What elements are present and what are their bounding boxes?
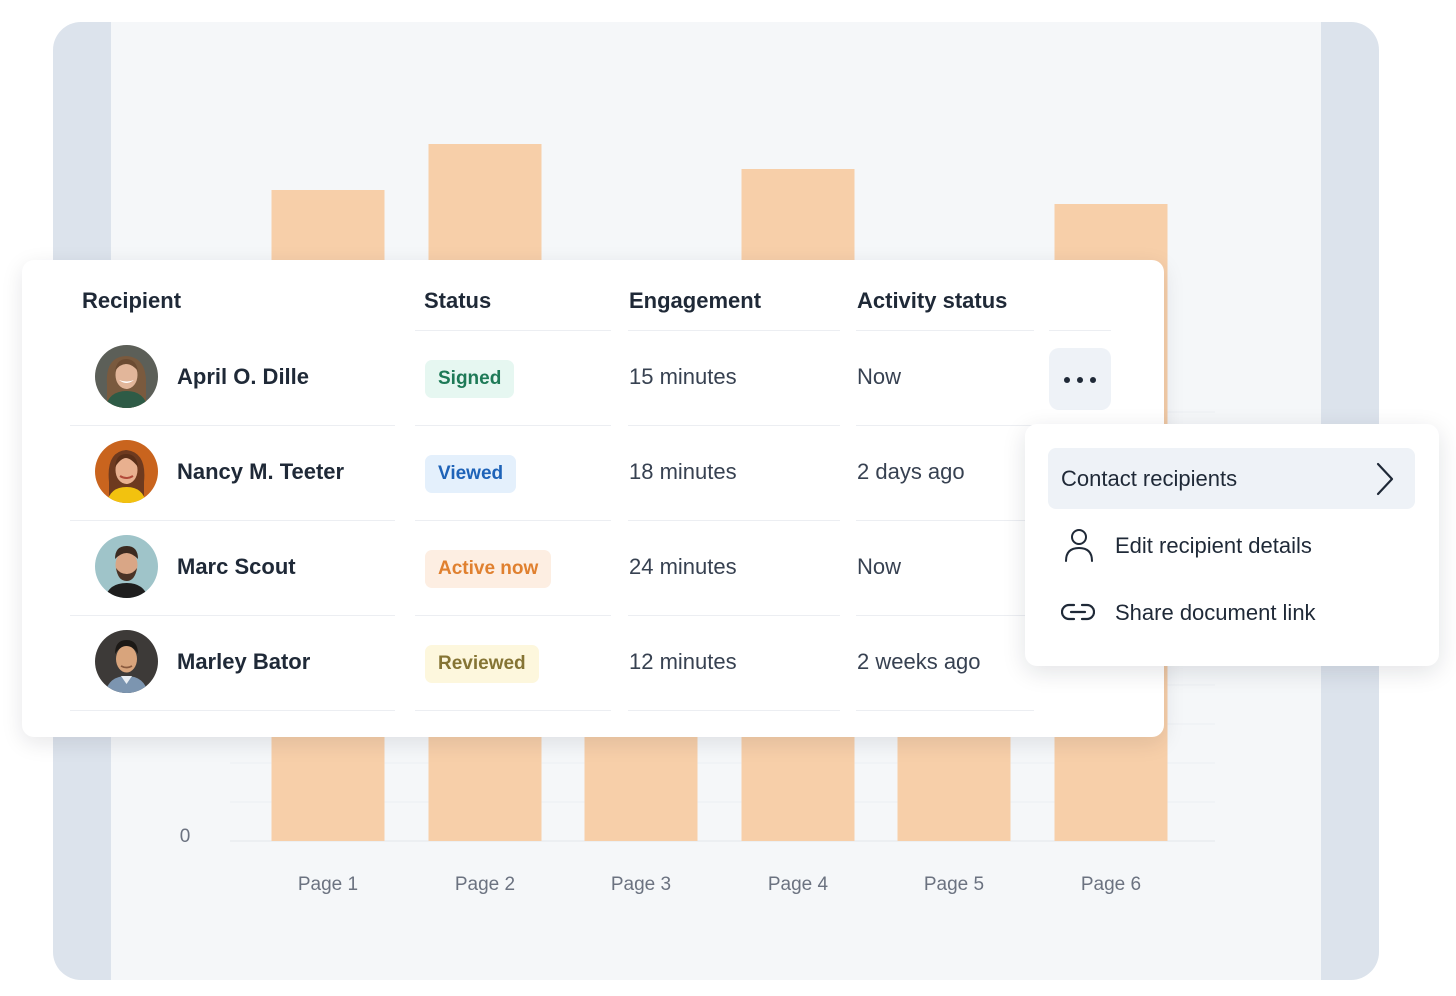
divider	[415, 710, 611, 711]
menu-item-contact-recipients[interactable]: Contact recipients	[1048, 448, 1415, 509]
status-badge: Active now	[425, 550, 552, 588]
avatar	[95, 535, 158, 598]
menu-item-label: Share document link	[1115, 600, 1316, 625]
engagement-value: 18 minutes	[629, 459, 737, 484]
table-row[interactable]: Marley Bator Reviewed 12 minutes 2 weeks…	[22, 615, 1164, 710]
status-badge: Signed	[425, 360, 515, 398]
engagement-value: 12 minutes	[629, 649, 737, 674]
header-engagement: Engagement	[629, 288, 762, 313]
recipient-name: Marc Scout	[177, 554, 296, 579]
header-activity-status: Activity status	[857, 288, 1008, 313]
engagement-value: 15 minutes	[629, 364, 737, 389]
header-recipient: Recipient	[82, 288, 182, 313]
menu-item-label: Contact recipients	[1061, 466, 1238, 491]
avatar	[95, 345, 158, 408]
divider	[628, 710, 840, 711]
avatar	[95, 440, 158, 503]
status-badge: Viewed	[425, 455, 517, 493]
recipient-actions-menu: Contact recipients Edit recipient detail…	[1025, 424, 1439, 666]
menu-item-share-document-link[interactable]: Share document link	[1048, 582, 1415, 643]
status-badge: Reviewed	[425, 645, 539, 683]
avatar	[95, 630, 158, 693]
more-options-button[interactable]	[1049, 348, 1111, 410]
engagement-value: 24 minutes	[629, 554, 737, 579]
recipient-name: Nancy M. Teeter	[177, 459, 345, 484]
chevron-right-icon	[1376, 462, 1394, 496]
user-icon	[1065, 529, 1093, 562]
activity-value: 2 weeks ago	[857, 649, 981, 674]
header-status: Status	[424, 288, 492, 313]
menu-item-label: Edit recipient details	[1115, 533, 1312, 558]
link-icon	[1061, 603, 1095, 621]
recipient-table-card: Recipient Status Engagement Activity sta…	[22, 260, 1164, 737]
table-row[interactable]: Nancy M. Teeter Viewed 18 minutes 2 days…	[22, 425, 1164, 520]
activity-value: 2 days ago	[857, 459, 965, 484]
activity-value: Now	[857, 554, 902, 579]
activity-value: Now	[857, 364, 902, 389]
divider	[70, 710, 395, 711]
menu-item-edit-recipient-details[interactable]: Edit recipient details	[1048, 515, 1415, 576]
table-row[interactable]: Marc Scout Active now 24 minutes Now	[22, 520, 1164, 615]
divider	[856, 710, 1034, 711]
recipient-name: April O. Dille	[177, 364, 310, 389]
recipient-name: Marley Bator	[177, 649, 311, 674]
table-row[interactable]: April O. Dille Signed 15 minutes Now	[22, 330, 1164, 425]
